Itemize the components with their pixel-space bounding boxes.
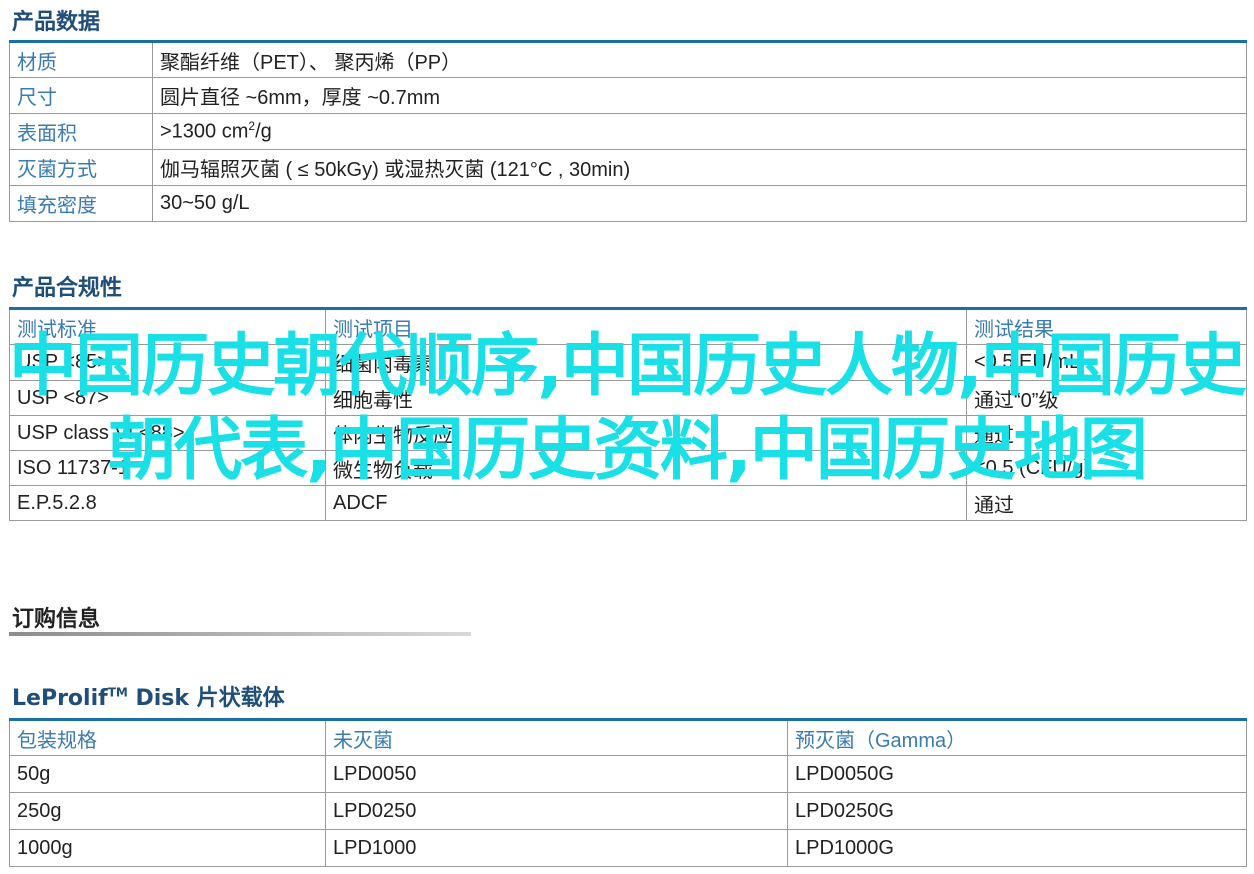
table-row: 50g LPD0050 LPD0050G <box>9 755 1247 793</box>
table-row: 250g LPD0250 LPD0250G <box>9 792 1247 830</box>
table-cell: 250g <box>9 792 326 830</box>
row-label: 尺寸 <box>9 77 153 114</box>
section-title-product-data: 产品数据 <box>12 10 101 35</box>
table-cell: 1000g <box>9 829 326 867</box>
table-cell: LPD0250 <box>325 792 788 830</box>
section-title-compliance: 产品合规性 <box>12 276 123 301</box>
row-label: 灭菌方式 <box>9 149 153 186</box>
row-label: 材质 <box>9 41 153 78</box>
watermark-overlay-text: 中国历史朝代顺序,中国历史人物,中国历史朝代表,中国历史资料,中国历史地图 <box>9 327 1247 490</box>
table-row: 填充密度 30~50 g/L <box>9 185 1247 222</box>
table-cell: LPD0050G <box>787 755 1247 793</box>
row-value: 30~50 g/L <box>152 185 1247 222</box>
disk-order-table: 包装规格 未灭菌 预灭菌（Gamma） 50g LPD0050 LPD0050G… <box>9 718 1247 867</box>
table-row: 灭菌方式 伽马辐照灭菌 ( ≤ 50kGy) 或湿热灭菌 (121°C , 30… <box>9 149 1247 186</box>
row-value: 聚酯纤维（PET）、 聚丙烯（PP） <box>152 41 1247 78</box>
row-label: 填充密度 <box>9 185 153 222</box>
table-row: 表面积 >1300 cm2/g <box>9 113 1247 150</box>
table-row: 1000g LPD1000 LPD1000G <box>9 829 1247 867</box>
table-header-row: 包装规格 未灭菌 预灭菌（Gamma） <box>9 719 1247 756</box>
row-value: 圆片直径 ~6mm，厚度 ~0.7mm <box>152 77 1247 114</box>
value-unit: /g <box>255 120 272 143</box>
column-header: 包装规格 <box>9 719 326 756</box>
table-cell: LPD0050 <box>325 755 788 793</box>
table-row: 材质 聚酯纤维（PET）、 聚丙烯（PP） <box>9 41 1247 78</box>
product-data-table: 材质 聚酯纤维（PET）、 聚丙烯（PP） 尺寸 圆片直径 ~6mm，厚度 ~0… <box>9 40 1247 222</box>
value-text: >1300 cm <box>160 120 249 143</box>
table-cell: LPD0250G <box>787 792 1247 830</box>
table-cell: LPD1000 <box>325 829 788 867</box>
trademark-superscript: TM <box>107 685 128 700</box>
row-value: >1300 cm2/g <box>152 113 1247 150</box>
section-title-disk: LeProlifTM Disk 片状载体 <box>12 680 285 712</box>
row-value: 伽马辐照灭菌 ( ≤ 50kGy) 或湿热灭菌 (121°C , 30min) <box>152 149 1247 186</box>
table-cell: 50g <box>9 755 326 793</box>
product-name-suffix: Disk 片状载体 <box>127 686 285 711</box>
section-title-order-info: 订购信息 <box>12 607 101 632</box>
row-label: 表面积 <box>9 113 153 150</box>
section-divider <box>9 632 471 636</box>
table-cell: LPD1000G <box>787 829 1247 867</box>
table-row: 尺寸 圆片直径 ~6mm，厚度 ~0.7mm <box>9 77 1247 114</box>
column-header: 预灭菌（Gamma） <box>787 719 1247 756</box>
product-name: LeProlif <box>12 686 108 711</box>
column-header: 未灭菌 <box>325 719 788 756</box>
